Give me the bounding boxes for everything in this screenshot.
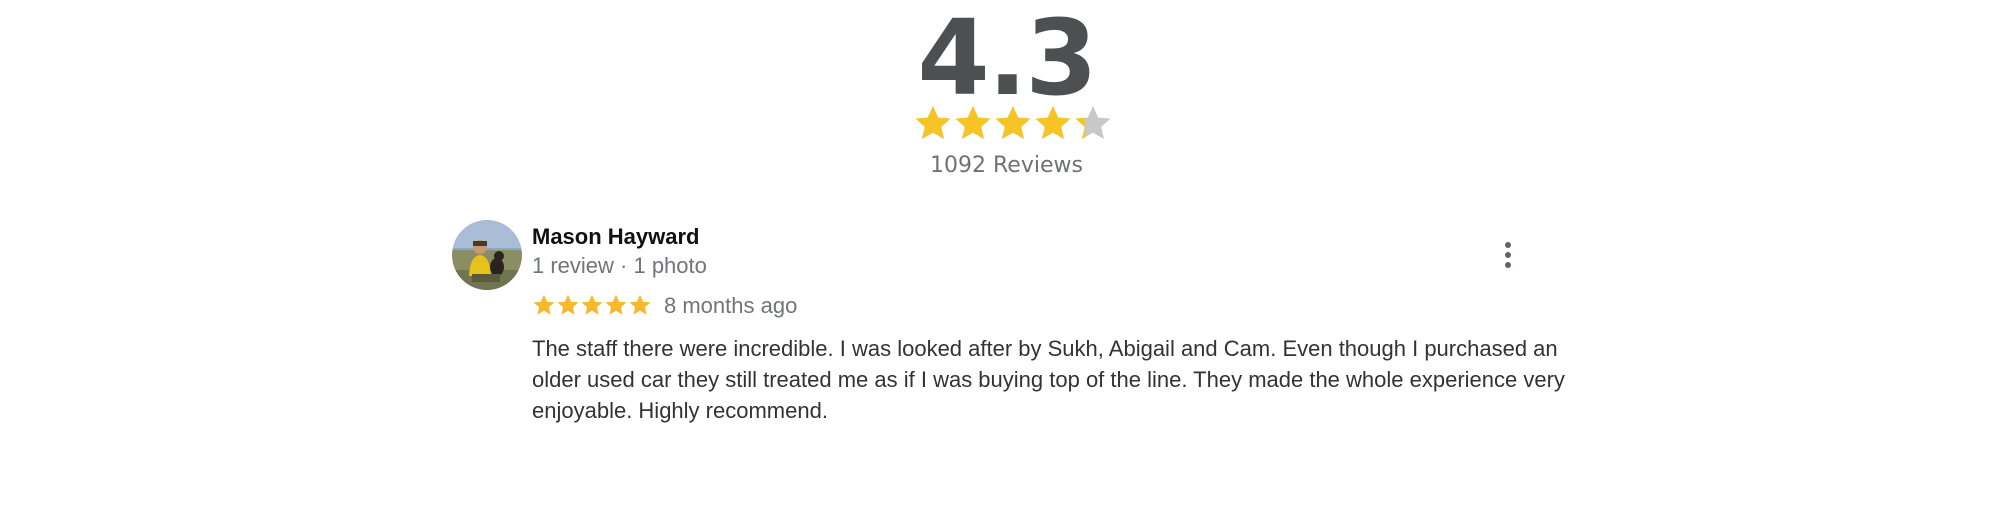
- average-rating-stars: [913, 103, 1113, 143]
- star-icon: [557, 294, 579, 315]
- reviewer-name[interactable]: Mason Hayward: [532, 224, 700, 250]
- star-icon: [533, 294, 555, 315]
- reviewer-meta: 1 review · 1 photo: [532, 253, 707, 278]
- review-rating-stars: [532, 293, 652, 317]
- star-icon: [1075, 106, 1111, 139]
- avatar-icon[interactable]: [452, 220, 522, 290]
- review-count: 1092 Reviews: [930, 153, 1083, 178]
- average-rating: 4.3: [917, 0, 1097, 119]
- star-icon: [605, 294, 627, 315]
- star-icon: [629, 294, 651, 315]
- review-card: Mason Hayward 1 review · 1 photo 8 month…: [452, 220, 1572, 440]
- star-icon: [995, 106, 1031, 139]
- review-text: The staff there were incredible. I was l…: [532, 336, 1565, 423]
- star-icon: [915, 106, 951, 139]
- review-time: 8 months ago: [664, 293, 798, 318]
- star-icon: [955, 106, 991, 139]
- star-icon: [1035, 106, 1071, 139]
- more-options-button[interactable]: [1490, 237, 1526, 273]
- star-icon: [581, 294, 603, 315]
- more-vert-icon: [1505, 242, 1511, 268]
